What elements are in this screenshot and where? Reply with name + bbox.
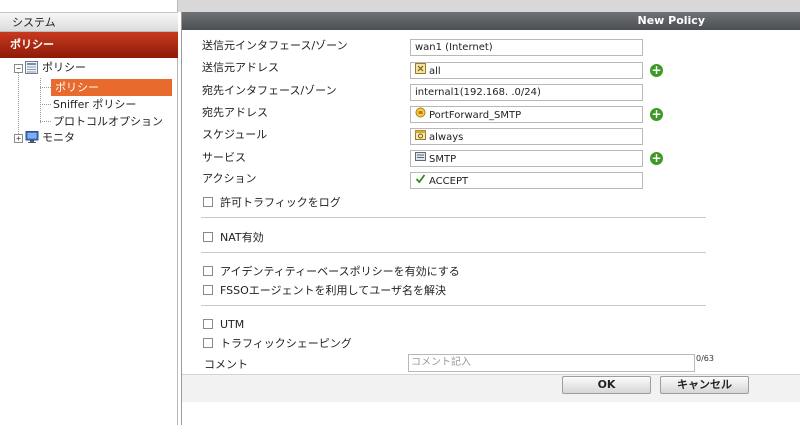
utm-option[interactable]: UTM [203,318,244,332]
traffic-shaping-option[interactable]: トラフィックシェーピング [203,337,352,351]
tree-connector [18,72,19,138]
schedule-label: スケジュール [202,128,268,141]
add-dst-address-button[interactable]: + [650,108,663,121]
divider [201,217,706,218]
cancel-button-label: キャンセル [677,378,732,391]
src-address-label: 送信元アドレス [202,61,279,74]
new-policy-panel: New Policy 送信元インタフェース/ゾーン wan1 (Internet… [181,12,800,425]
tree-item-sniffer[interactable]: Sniffer ポリシー [53,96,136,113]
plus-icon: + [651,151,662,165]
src-interface-select[interactable]: wan1 (Internet) [410,39,643,56]
service-label: サービス [202,151,246,164]
fsso-label: FSSOエージェントを利用してユーザ名を解決 [220,284,446,297]
plus-icon: + [651,63,662,77]
address-icon [415,63,426,79]
divider [201,252,706,253]
log-traffic-label: 許可トラフィックをログ [220,196,341,209]
dst-interface-label: 宛先インタフェース/ゾーン [202,84,337,97]
src-interface-value: wan1 (Internet) [415,42,493,53]
tree-item-sniffer-label: Sniffer ポリシー [53,98,137,111]
utm-label: UTM [220,318,245,331]
src-address-value: all [429,66,441,77]
sidebar-system-header[interactable]: システム [0,12,178,32]
tree-item-protocol-options[interactable]: プロトコルオプション [53,113,163,130]
comment-label: コメント [204,358,248,371]
action-label: アクション [202,172,257,185]
service-value: SMTP [429,154,457,165]
fsso-option[interactable]: FSSOエージェントを利用してユーザ名を解決 [203,284,446,298]
dst-interface-select[interactable]: internal1(192.168. .0/24) [410,84,643,101]
panel-title: New Policy [182,12,800,30]
collapse-icon[interactable]: − [14,64,23,73]
tree-connector [40,78,41,123]
comment-input[interactable]: コメント記入 [408,354,695,372]
schedule-icon [415,129,426,145]
ok-button[interactable]: OK [562,376,651,394]
schedule-select[interactable]: always [410,128,643,145]
cancel-button[interactable]: キャンセル [660,376,749,394]
divider [201,305,706,306]
tree-item-protocol-label: プロトコルオプション [53,115,163,128]
sidebar: システム ポリシー − ポリシー ポリシー Sniffer ポリシー プロトコル… [0,0,178,425]
src-address-select[interactable]: all [410,62,643,79]
traffic-shaping-checkbox[interactable] [203,338,213,348]
traffic-shaping-label: トラフィックシェーピング [220,337,352,350]
schedule-value: always [429,132,464,143]
add-service-button[interactable]: + [650,152,663,165]
comment-placeholder: コメント記入 [411,357,471,368]
sidebar-policy-header[interactable]: ポリシー [0,32,178,58]
comment-char-counter: 0/63 [696,354,714,363]
service-icon [415,151,426,167]
add-src-address-button[interactable]: + [650,64,663,77]
dst-address-label: 宛先アドレス [202,106,268,119]
log-traffic-option[interactable]: 許可トラフィックをログ [203,196,341,210]
identity-label: アイデンティティーベースポリシーを有効にする [220,265,460,278]
sidebar-system-label: システム [12,16,56,29]
top-strip [178,0,800,12]
sidebar-policy-label: ポリシー [10,38,54,51]
nat-label: NAT有効 [220,231,264,244]
fsso-checkbox[interactable] [203,285,213,295]
src-interface-label: 送信元インタフェース/ゾーン [202,39,348,52]
tree-item-policy-label: ポリシー [55,81,99,94]
expand-icon[interactable]: + [14,134,23,143]
nat-option[interactable]: NAT有効 [203,231,264,245]
tree-connector [40,87,51,88]
dst-address-value: PortForward_SMTP [429,110,522,121]
tree-item-policy[interactable]: ポリシー [51,79,172,96]
service-select[interactable]: SMTP [410,150,643,167]
tree-policy-group[interactable]: ポリシー [42,59,86,76]
tree-monitor-group[interactable]: モニタ [42,129,75,146]
tree-connector [40,104,51,105]
dst-interface-value: internal1(192.168. .0/24) [415,87,541,98]
identity-checkbox[interactable] [203,266,213,276]
utm-checkbox[interactable] [203,319,213,329]
policy-list-icon [25,61,38,77]
identity-option[interactable]: アイデンティティーベースポリシーを有効にする [203,265,460,279]
vip-icon [415,107,426,123]
dst-address-select[interactable]: PortForward_SMTP [410,106,643,123]
ok-button-label: OK [597,378,616,391]
tree-monitor-group-label: モニタ [42,131,75,144]
tree-policy-group-label: ポリシー [42,61,86,74]
check-icon [415,173,426,189]
tree-connector [40,121,51,122]
log-traffic-checkbox[interactable] [203,197,213,207]
plus-icon: + [651,107,662,121]
action-select[interactable]: ACCEPT [410,172,643,189]
monitor-icon [25,130,39,147]
action-value: ACCEPT [429,176,469,187]
nat-checkbox[interactable] [203,232,213,242]
